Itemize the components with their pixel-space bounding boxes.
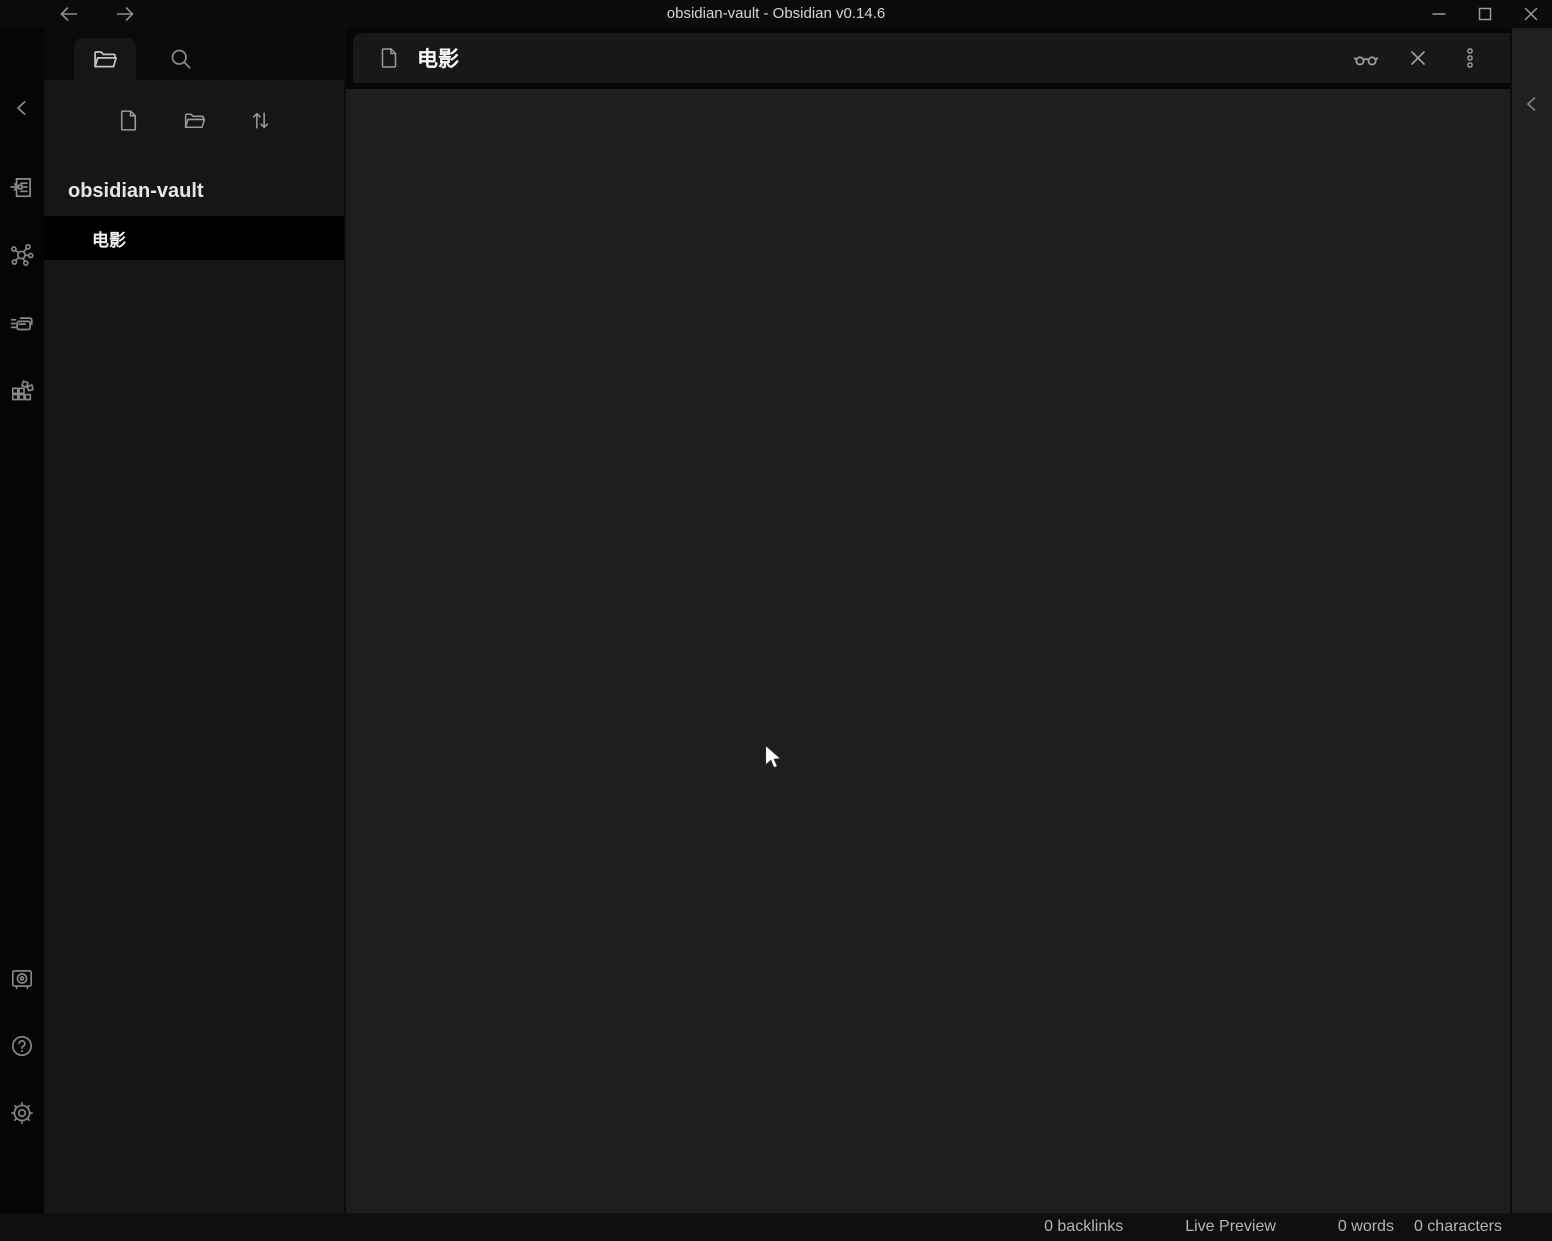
glasses-icon [1352, 44, 1380, 72]
status-bar: 0 backlinks Live Preview 0 words 0 chara… [0, 1213, 1552, 1241]
random-note-button[interactable] [8, 377, 36, 405]
minimize-button[interactable] [1426, 1, 1452, 27]
magnifier-icon [167, 45, 195, 73]
up-down-arrows-icon [248, 108, 273, 133]
close-tab-button[interactable] [1404, 44, 1432, 72]
main-pane: 电影 [344, 28, 1510, 1213]
close-icon [1520, 3, 1542, 25]
history-forward-button[interactable] [112, 1, 138, 27]
reading-view-button[interactable] [1352, 44, 1380, 72]
graph-view-icon [9, 242, 35, 268]
maximize-button[interactable] [1472, 1, 1498, 27]
collapse-left-sidebar-button[interactable] [8, 94, 36, 122]
sort-order-button[interactable] [246, 106, 274, 134]
quick-switcher-button[interactable] [8, 173, 36, 201]
character-count: 0 characters [1414, 1218, 1502, 1236]
tab-file-explorer[interactable] [74, 38, 136, 80]
vault-root-folder[interactable]: obsidian-vault [44, 178, 344, 204]
close-window-button[interactable] [1518, 1, 1544, 27]
file-item-selected[interactable]: 电影 [44, 216, 344, 260]
note-tab-header[interactable]: 电影 [353, 33, 1510, 83]
new-note-button[interactable] [114, 106, 142, 134]
new-folder-button[interactable] [180, 106, 208, 134]
folder-icon [91, 45, 119, 73]
window-titlebar: obsidian-vault - Obsidian v0.14.6 [0, 0, 1552, 28]
expand-right-sidebar-button[interactable] [1518, 90, 1546, 118]
left-sidebar: obsidian-vault 电影 [44, 28, 344, 1213]
arrow-left-icon [57, 2, 81, 26]
file-explorer-panel: obsidian-vault 电影 [44, 80, 344, 1213]
quick-switcher-icon [9, 174, 35, 200]
more-options-button[interactable] [1456, 44, 1484, 72]
word-count: 0 words [1338, 1218, 1394, 1236]
right-sidebar-strip [1510, 28, 1552, 1213]
help-icon [9, 1033, 35, 1059]
settings-button[interactable] [8, 1099, 36, 1127]
kebab-dots-icon [1458, 46, 1482, 70]
history-back-button[interactable] [56, 1, 82, 27]
new-folder-icon [182, 108, 207, 133]
explorer-actions [44, 80, 344, 134]
note-title[interactable]: 电影 [417, 43, 459, 73]
tab-search[interactable] [150, 38, 212, 80]
vault-icon [9, 966, 35, 992]
note-header-actions [1352, 44, 1484, 72]
chevron-left-icon [10, 96, 34, 120]
help-button[interactable] [8, 1032, 36, 1060]
chevron-left-icon [1520, 92, 1544, 116]
window-title: obsidian-vault - Obsidian v0.14.6 [0, 0, 1552, 28]
arrow-right-icon [113, 2, 137, 26]
document-icon [377, 46, 401, 70]
sidebar-tabstrip [44, 28, 344, 80]
left-ribbon [0, 28, 44, 1213]
editor-pane[interactable] [346, 89, 1510, 1213]
minimize-icon [1428, 3, 1450, 25]
backlinks-count: 0 backlinks [1044, 1218, 1123, 1236]
command-palette-button[interactable] [8, 309, 36, 337]
gear-icon [9, 1100, 35, 1126]
command-palette-icon [9, 310, 35, 336]
editor-mode-toggle[interactable]: Live Preview [1185, 1218, 1276, 1236]
new-note-icon [116, 108, 141, 133]
vault-switcher-button[interactable] [8, 965, 36, 993]
graph-view-button[interactable] [8, 241, 36, 269]
x-icon [1406, 46, 1430, 70]
maximize-icon [1474, 3, 1496, 25]
random-note-icon [9, 378, 35, 404]
